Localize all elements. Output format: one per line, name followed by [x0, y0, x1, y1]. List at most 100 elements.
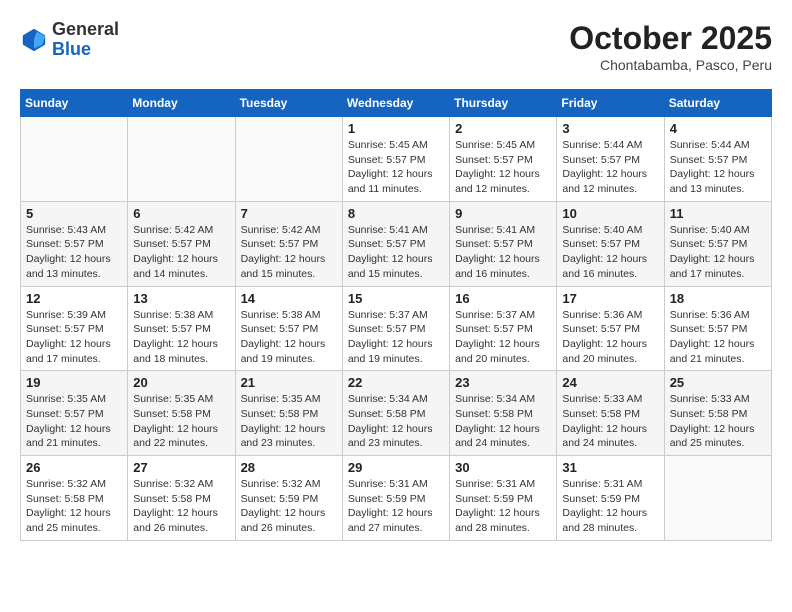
day-info: Sunrise: 5:38 AM Sunset: 5:57 PM Dayligh…: [133, 308, 229, 367]
day-number: 25: [670, 375, 766, 390]
calendar-cell: 29 Sunrise: 5:31 AM Sunset: 5:59 PM Dayli…: [342, 456, 449, 541]
day-info: Sunrise: 5:38 AM Sunset: 5:57 PM Dayligh…: [241, 308, 337, 367]
weekday-header-tuesday: Tuesday: [235, 90, 342, 117]
day-number: 18: [670, 291, 766, 306]
weekday-header-wednesday: Wednesday: [342, 90, 449, 117]
day-number: 3: [562, 121, 658, 136]
calendar-cell: 16Sunrise: 5:37 AM Sunset: 5:57 PM Dayli…: [450, 286, 557, 371]
day-info: Sunrise: 5:34 AM Sunset: 5:58 PM Dayligh…: [348, 392, 444, 451]
day-info: Sunrise: 5:39 AM Sunset: 5:57 PM Dayligh…: [26, 308, 122, 367]
day-info: Sunrise: 5:45 AM Sunset: 5:57 PM Dayligh…: [455, 138, 551, 197]
day-number: 28: [241, 460, 337, 475]
day-number: 8: [348, 206, 444, 221]
day-info: Sunrise: 5:44 AM Sunset: 5:57 PM Dayligh…: [562, 138, 658, 197]
calendar-cell: 31 Sunrise: 5:31 AM Sunset: 5:59 PM Dayli…: [557, 456, 664, 541]
calendar-cell: [128, 117, 235, 202]
day-number: 29: [348, 460, 444, 475]
logo-icon: [20, 26, 48, 54]
day-info: Sunrise: 5:33 AM Sunset: 5:58 PM Dayligh…: [670, 392, 766, 451]
day-info: Sunrise: 5:31 AM Sunset: 5:59 PM Dayligh…: [455, 477, 551, 536]
day-info: Sunrise: 5:41 AM Sunset: 5:57 PM Dayligh…: [455, 223, 551, 282]
calendar-cell: 8 Sunrise: 5:41 AM Sunset: 5:57 PM Daylig…: [342, 201, 449, 286]
weekday-header-saturday: Saturday: [664, 90, 771, 117]
calendar-cell: 27 Sunrise: 5:32 AM Sunset: 5:58 PM Dayli…: [128, 456, 235, 541]
day-number: 30: [455, 460, 551, 475]
day-info: Sunrise: 5:36 AM Sunset: 5:57 PM Dayligh…: [670, 308, 766, 367]
day-info: Sunrise: 5:44 AM Sunset: 5:57 PM Dayligh…: [670, 138, 766, 197]
day-info: Sunrise: 5:32 AM Sunset: 5:58 PM Dayligh…: [133, 477, 229, 536]
day-number: 1: [348, 121, 444, 136]
calendar-cell: 15 Sunrise: 5:37 AM Sunset: 5:57 PM Dayli…: [342, 286, 449, 371]
calendar-cell: 7 Sunrise: 5:42 AM Sunset: 5:57 PM Daylig…: [235, 201, 342, 286]
weekday-header-monday: Monday: [128, 90, 235, 117]
day-info: Sunrise: 5:35 AM Sunset: 5:57 PM Dayligh…: [26, 392, 122, 451]
calendar-cell: 1 Sunrise: 5:45 AM Sunset: 5:57 PM Daylig…: [342, 117, 449, 202]
day-info: Sunrise: 5:43 AM Sunset: 5:57 PM Dayligh…: [26, 223, 122, 282]
calendar-cell: 18 Sunrise: 5:36 AM Sunset: 5:57 PM Dayli…: [664, 286, 771, 371]
day-number: 27: [133, 460, 229, 475]
calendar-cell: 10Sunrise: 5:40 AM Sunset: 5:57 PM Dayli…: [557, 201, 664, 286]
calendar-cell: 25 Sunrise: 5:33 AM Sunset: 5:58 PM Dayli…: [664, 371, 771, 456]
day-number: 12: [26, 291, 122, 306]
calendar-week-row: 5 Sunrise: 5:43 AM Sunset: 5:57 PM Daylig…: [21, 201, 772, 286]
calendar-cell: 4 Sunrise: 5:44 AM Sunset: 5:57 PM Daylig…: [664, 117, 771, 202]
calendar-cell: 26Sunrise: 5:32 AM Sunset: 5:58 PM Dayli…: [21, 456, 128, 541]
calendar-cell: 11Sunrise: 5:40 AM Sunset: 5:57 PM Dayli…: [664, 201, 771, 286]
calendar-cell: 6Sunrise: 5:42 AM Sunset: 5:57 PM Daylig…: [128, 201, 235, 286]
day-number: 31: [562, 460, 658, 475]
calendar-week-row: 1 Sunrise: 5:45 AM Sunset: 5:57 PM Daylig…: [21, 117, 772, 202]
day-number: 13: [133, 291, 229, 306]
day-info: Sunrise: 5:32 AM Sunset: 5:59 PM Dayligh…: [241, 477, 337, 536]
day-info: Sunrise: 5:32 AM Sunset: 5:58 PM Dayligh…: [26, 477, 122, 536]
day-info: Sunrise: 5:37 AM Sunset: 5:57 PM Dayligh…: [348, 308, 444, 367]
calendar-table: SundayMondayTuesdayWednesdayThursdayFrid…: [20, 89, 772, 541]
calendar-week-row: 26Sunrise: 5:32 AM Sunset: 5:58 PM Dayli…: [21, 456, 772, 541]
day-info: Sunrise: 5:45 AM Sunset: 5:57 PM Dayligh…: [348, 138, 444, 197]
day-number: 2: [455, 121, 551, 136]
day-number: 22: [348, 375, 444, 390]
calendar-cell: [21, 117, 128, 202]
calendar-cell: 28 Sunrise: 5:32 AM Sunset: 5:59 PM Dayli…: [235, 456, 342, 541]
weekday-header-thursday: Thursday: [450, 90, 557, 117]
calendar-week-row: 12 Sunrise: 5:39 AM Sunset: 5:57 PM Dayli…: [21, 286, 772, 371]
calendar-cell: 22 Sunrise: 5:34 AM Sunset: 5:58 PM Dayli…: [342, 371, 449, 456]
day-info: Sunrise: 5:37 AM Sunset: 5:57 PM Dayligh…: [455, 308, 551, 367]
calendar-cell: 3 Sunrise: 5:44 AM Sunset: 5:57 PM Daylig…: [557, 117, 664, 202]
day-number: 10: [562, 206, 658, 221]
day-number: 5: [26, 206, 122, 221]
day-info: Sunrise: 5:41 AM Sunset: 5:57 PM Dayligh…: [348, 223, 444, 282]
day-number: 14: [241, 291, 337, 306]
day-info: Sunrise: 5:36 AM Sunset: 5:57 PM Dayligh…: [562, 308, 658, 367]
day-info: Sunrise: 5:42 AM Sunset: 5:57 PM Dayligh…: [241, 223, 337, 282]
day-number: 4: [670, 121, 766, 136]
day-number: 6: [133, 206, 229, 221]
day-info: Sunrise: 5:35 AM Sunset: 5:58 PM Dayligh…: [241, 392, 337, 451]
day-number: 20: [133, 375, 229, 390]
day-number: 23: [455, 375, 551, 390]
calendar-cell: [664, 456, 771, 541]
weekday-header-friday: Friday: [557, 90, 664, 117]
calendar-cell: 19 Sunrise: 5:35 AM Sunset: 5:57 PM Dayli…: [21, 371, 128, 456]
calendar-cell: 17Sunrise: 5:36 AM Sunset: 5:57 PM Dayli…: [557, 286, 664, 371]
calendar-cell: 12 Sunrise: 5:39 AM Sunset: 5:57 PM Dayli…: [21, 286, 128, 371]
day-number: 19: [26, 375, 122, 390]
calendar-cell: 5 Sunrise: 5:43 AM Sunset: 5:57 PM Daylig…: [21, 201, 128, 286]
month-title: October 2025: [569, 20, 772, 57]
day-number: 7: [241, 206, 337, 221]
calendar-cell: 23Sunrise: 5:34 AM Sunset: 5:58 PM Dayli…: [450, 371, 557, 456]
page-header: General Blue October 2025 Chontabamba, P…: [20, 20, 772, 73]
day-info: Sunrise: 5:31 AM Sunset: 5:59 PM Dayligh…: [348, 477, 444, 536]
day-number: 15: [348, 291, 444, 306]
calendar-cell: 21 Sunrise: 5:35 AM Sunset: 5:58 PM Dayli…: [235, 371, 342, 456]
calendar-week-row: 19 Sunrise: 5:35 AM Sunset: 5:57 PM Dayli…: [21, 371, 772, 456]
calendar-cell: 2 Sunrise: 5:45 AM Sunset: 5:57 PM Daylig…: [450, 117, 557, 202]
logo: General Blue: [20, 20, 119, 60]
day-number: 11: [670, 206, 766, 221]
day-info: Sunrise: 5:33 AM Sunset: 5:58 PM Dayligh…: [562, 392, 658, 451]
calendar-cell: 14 Sunrise: 5:38 AM Sunset: 5:57 PM Dayli…: [235, 286, 342, 371]
calendar-cell: 13 Sunrise: 5:38 AM Sunset: 5:57 PM Dayli…: [128, 286, 235, 371]
day-number: 21: [241, 375, 337, 390]
calendar-cell: 20 Sunrise: 5:35 AM Sunset: 5:58 PM Dayli…: [128, 371, 235, 456]
day-info: Sunrise: 5:35 AM Sunset: 5:58 PM Dayligh…: [133, 392, 229, 451]
day-info: Sunrise: 5:31 AM Sunset: 5:59 PM Dayligh…: [562, 477, 658, 536]
